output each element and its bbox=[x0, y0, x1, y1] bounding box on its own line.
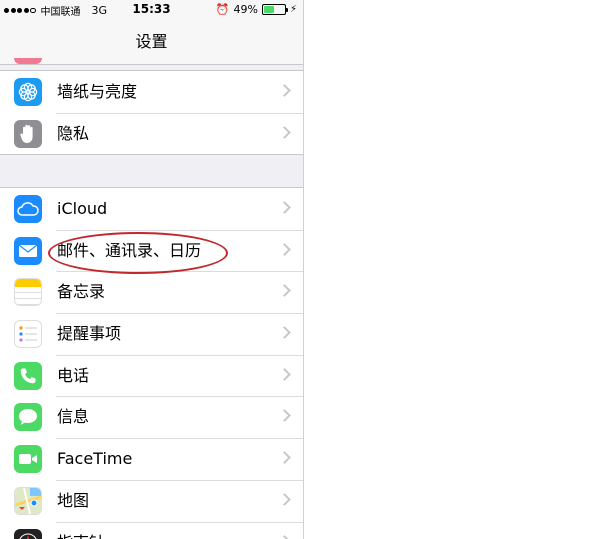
settings-row-wallpaper[interactable]: 墙纸与亮度 bbox=[0, 71, 303, 113]
wallpaper-flower-icon bbox=[14, 78, 42, 106]
settings-row-privacy[interactable]: 隐私 bbox=[0, 112, 303, 155]
privacy-hand-icon bbox=[14, 119, 42, 148]
chevron-right-icon bbox=[278, 534, 291, 539]
settings-row-label: 地图 bbox=[57, 490, 90, 510]
chevron-right-icon bbox=[278, 125, 291, 139]
compass-icon bbox=[14, 528, 42, 539]
notes-icon bbox=[14, 278, 42, 307]
phone-icon bbox=[14, 361, 42, 390]
settings-row-phone[interactable]: 电话 bbox=[0, 354, 303, 397]
chevron-right-icon bbox=[278, 242, 291, 256]
status-bar: 中国联通 3G 15:33 ⏰ 49% ⚡ bbox=[0, 0, 303, 20]
settings-row-messages[interactable]: 信息 bbox=[0, 396, 303, 438]
navigation-bar: 设置 bbox=[0, 20, 303, 65]
settings-row-reminders[interactable]: 提醒事项 bbox=[0, 313, 303, 355]
settings-row-label: 备忘录 bbox=[57, 282, 106, 302]
settings-row-notes[interactable]: 备忘录 bbox=[0, 271, 303, 313]
chevron-right-icon bbox=[278, 326, 291, 339]
settings-row-label: 指南针 bbox=[57, 522, 105, 539]
page-title: 设置 bbox=[135, 32, 168, 51]
mail-envelope-icon bbox=[14, 236, 42, 265]
chevron-right-icon bbox=[278, 409, 291, 423]
settings-row-label: 提醒事项 bbox=[57, 324, 122, 344]
settings-row-compass[interactable]: 指南针 bbox=[0, 521, 303, 539]
chevron-right-icon bbox=[278, 201, 291, 214]
battery-icon bbox=[261, 4, 288, 15]
chevron-right-icon bbox=[278, 284, 291, 298]
settings-row-label: 电话 bbox=[57, 365, 90, 385]
settings-row-label: 信息 bbox=[57, 407, 90, 427]
settings-screen: 中国联通 3G 15:33 ⏰ 49% ⚡ 设置 墙纸与亮度 隐私 iCloud… bbox=[0, 0, 304, 539]
settings-row-icloud[interactable]: iCloud bbox=[0, 188, 303, 230]
maps-icon bbox=[14, 486, 42, 515]
settings-group-apps: iCloud 邮件、通讯录、日历 备忘录 提醒事项 电话 信息 FaceTime… bbox=[0, 187, 303, 539]
chevron-right-icon bbox=[278, 367, 291, 381]
settings-group-display: 墙纸与亮度 隐私 bbox=[0, 70, 303, 156]
settings-row-facetime[interactable]: FaceTime bbox=[0, 438, 303, 480]
alarm-clock-icon: ⏰ bbox=[215, 3, 230, 16]
blank-area bbox=[304, 0, 600, 539]
chevron-right-icon bbox=[278, 492, 291, 506]
reminders-icon bbox=[14, 320, 42, 349]
settings-row-label: 隐私 bbox=[57, 123, 90, 143]
settings-row-label: 墙纸与亮度 bbox=[57, 82, 138, 101]
facetime-camera-icon bbox=[14, 445, 42, 474]
settings-row-maps[interactable]: 地图 bbox=[0, 479, 303, 522]
charging-bolt-icon: ⚡ bbox=[289, 4, 297, 15]
settings-row-label: iCloud bbox=[57, 199, 108, 218]
chevron-right-icon bbox=[278, 451, 291, 464]
previous-row-icon-peek bbox=[14, 58, 42, 64]
messages-icon bbox=[14, 403, 42, 432]
settings-row-mail-contacts-calendars[interactable]: 邮件、通讯录、日历 bbox=[0, 229, 303, 272]
settings-row-label: FaceTime bbox=[57, 449, 133, 469]
battery-percent: 49% bbox=[233, 3, 258, 16]
settings-row-label: 邮件、通讯录、日历 bbox=[57, 240, 202, 260]
icloud-icon bbox=[14, 195, 42, 223]
chevron-right-icon bbox=[278, 84, 291, 97]
